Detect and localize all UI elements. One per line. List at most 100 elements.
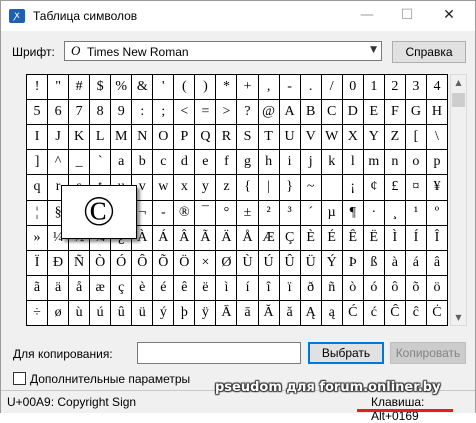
character-cell[interactable]: ë — [195, 275, 217, 301]
character-cell[interactable]: ® — [174, 200, 196, 226]
character-cell[interactable]: õ — [405, 275, 427, 301]
character-cell[interactable]: , — [258, 75, 280, 101]
copy-button[interactable]: Копировать — [390, 342, 466, 364]
character-cell[interactable]: í — [237, 275, 259, 301]
scroll-down-icon[interactable]: ▼ — [451, 310, 466, 325]
character-cell[interactable]: ^ — [48, 150, 70, 176]
character-cell[interactable]: ± — [237, 200, 259, 226]
character-cell[interactable]: w — [153, 175, 175, 201]
character-cell[interactable]: ý — [153, 300, 175, 326]
character-cell[interactable]: g — [237, 150, 259, 176]
character-cell[interactable]: R — [216, 125, 238, 151]
character-cell[interactable]: × — [195, 250, 217, 276]
character-cell[interactable]: { — [237, 175, 259, 201]
character-cell[interactable]: Å — [237, 225, 259, 251]
minimize-icon[interactable]: — — [359, 7, 375, 23]
character-cell[interactable]: ä — [48, 275, 70, 301]
character-cell[interactable]: : — [132, 100, 154, 126]
character-cell[interactable]: _ — [69, 150, 91, 176]
character-cell[interactable]: D — [342, 100, 364, 126]
scrollbar-thumb[interactable] — [452, 93, 465, 107]
character-cell[interactable]: ; — [153, 100, 175, 126]
select-button[interactable]: Выбрать — [308, 342, 384, 364]
character-cell[interactable]: B — [300, 100, 322, 126]
character-cell[interactable]: ï — [279, 275, 301, 301]
character-cell[interactable]: - — [153, 200, 175, 226]
scroll-up-icon[interactable]: ▲ — [451, 75, 466, 90]
character-cell[interactable] — [321, 175, 343, 201]
character-cell[interactable]: C — [321, 100, 343, 126]
character-cell[interactable]: 2 — [384, 75, 406, 101]
character-cell[interactable]: e — [195, 150, 217, 176]
character-cell[interactable]: Á — [153, 225, 175, 251]
character-cell[interactable]: ( — [174, 75, 196, 101]
character-cell[interactable]: U — [279, 125, 301, 151]
character-cell[interactable]: X — [342, 125, 364, 151]
character-cell[interactable]: Í — [405, 225, 427, 251]
character-cell[interactable]: H — [426, 100, 448, 126]
character-cell[interactable]: þ — [174, 300, 196, 326]
character-cell[interactable]: ~ — [300, 175, 322, 201]
character-cell[interactable]: l — [342, 150, 364, 176]
character-cell[interactable]: 1 — [363, 75, 385, 101]
character-cell[interactable]: W — [321, 125, 343, 151]
character-cell[interactable]: É — [321, 225, 343, 251]
character-cell[interactable]: ÿ — [195, 300, 217, 326]
character-cell[interactable]: 4 — [426, 75, 448, 101]
character-cell[interactable]: ³ — [279, 200, 301, 226]
character-cell[interactable]: 6 — [48, 100, 70, 126]
character-cell[interactable]: } — [279, 175, 301, 201]
character-cell[interactable]: = — [195, 100, 217, 126]
character-cell[interactable]: # — [69, 75, 91, 101]
character-cell[interactable]: ö — [426, 275, 448, 301]
advanced-options-label[interactable]: Дополнительные параметры — [30, 372, 190, 386]
grid-scrollbar[interactable]: ▲ ▼ — [450, 74, 467, 326]
character-cell[interactable]: ð — [300, 275, 322, 301]
character-cell[interactable]: ù — [69, 300, 91, 326]
character-cell[interactable]: ¤ — [405, 175, 427, 201]
character-cell[interactable]: Q — [195, 125, 217, 151]
character-cell[interactable]: ) — [195, 75, 217, 101]
character-cell[interactable]: ¶ — [342, 200, 364, 226]
character-cell[interactable]: È — [300, 225, 322, 251]
character-cell[interactable]: * — [216, 75, 238, 101]
character-cell[interactable]: % — [111, 75, 133, 101]
character-cell[interactable]: Û — [279, 250, 301, 276]
character-cell[interactable]: P — [174, 125, 196, 151]
character-cell[interactable]: Ć — [342, 300, 364, 326]
character-cell[interactable]: N — [132, 125, 154, 151]
character-cell[interactable]: j — [300, 150, 322, 176]
character-cell[interactable]: ó — [363, 275, 385, 301]
character-cell[interactable]: Ô — [132, 250, 154, 276]
character-cell[interactable]: Ċ — [426, 300, 448, 326]
character-cell[interactable]: 0 — [342, 75, 364, 101]
character-cell[interactable]: E — [363, 100, 385, 126]
character-cell[interactable]: ĉ — [405, 300, 427, 326]
character-cell[interactable]: Ò — [90, 250, 112, 276]
character-cell[interactable]: 3 — [405, 75, 427, 101]
character-cell[interactable]: Ó — [111, 250, 133, 276]
advanced-options-checkbox[interactable] — [13, 372, 26, 385]
character-cell[interactable]: ` — [90, 150, 112, 176]
character-cell[interactable]: o — [405, 150, 427, 176]
character-cell[interactable]: Ö — [174, 250, 196, 276]
character-cell[interactable]: î — [258, 275, 280, 301]
character-cell[interactable]: Ý — [321, 250, 343, 276]
character-cell[interactable]: ´ — [300, 200, 322, 226]
character-cell[interactable]: Ì — [384, 225, 406, 251]
character-cell[interactable]: S — [237, 125, 259, 151]
character-cell[interactable]: Ê — [342, 225, 364, 251]
character-cell[interactable]: ú — [90, 300, 112, 326]
character-cell[interactable]: Ñ — [69, 250, 91, 276]
character-cell[interactable]: Ï — [27, 250, 49, 276]
character-cell[interactable]: Ë — [363, 225, 385, 251]
character-cell[interactable]: x — [174, 175, 196, 201]
character-cell[interactable]: Ã — [195, 225, 217, 251]
character-cell[interactable]: f — [216, 150, 238, 176]
character-cell[interactable]: G — [405, 100, 427, 126]
character-cell[interactable]: ê — [174, 275, 196, 301]
character-cell[interactable]: z — [216, 175, 238, 201]
character-cell[interactable]: ¡ — [342, 175, 364, 201]
character-cell[interactable]: û — [111, 300, 133, 326]
character-cell[interactable]: ² — [258, 200, 280, 226]
